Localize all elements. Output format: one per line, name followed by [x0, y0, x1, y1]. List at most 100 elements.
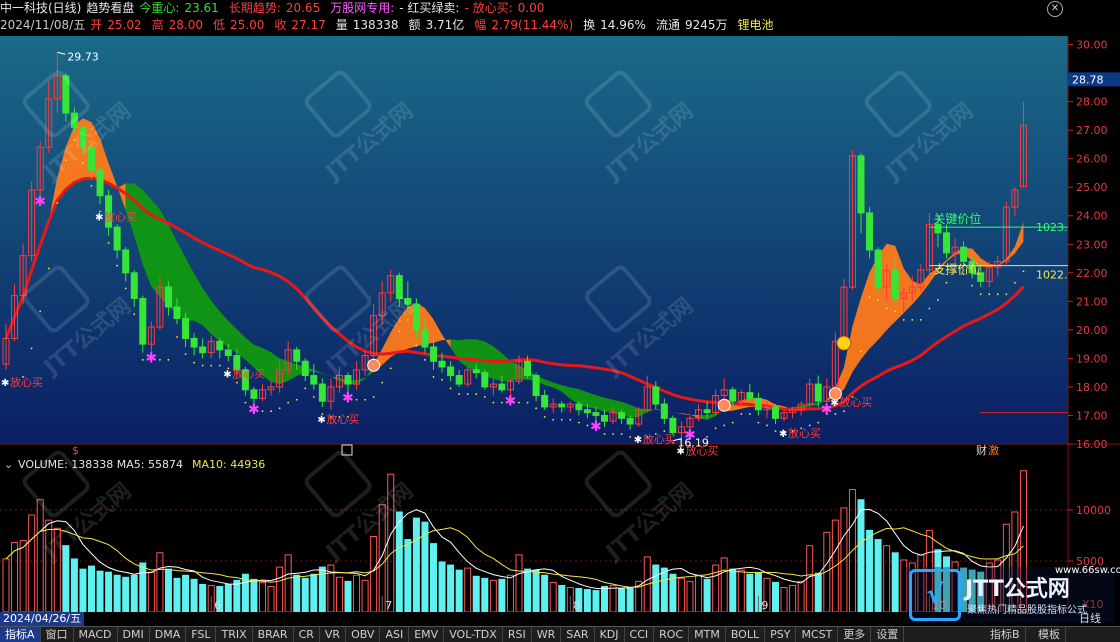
volume-bar-down — [618, 588, 626, 612]
indicator-tabbar: 指标A 窗口 MACD DMI DMA FSL TRIX BRAR CR VR OBV ASI EMV V… — [0, 626, 1120, 642]
close-icon[interactable]: ✕ — [1047, 1, 1063, 17]
support-dot — [894, 310, 897, 313]
month-tick-label: 6 — [214, 599, 221, 612]
tab-5[interactable]: FSL — [186, 627, 217, 642]
tab-12[interactable]: EMV — [409, 627, 445, 642]
tab-15[interactable]: WR — [532, 627, 562, 642]
support-dot — [312, 396, 315, 398]
candle-down — [703, 409, 711, 414]
ball-signal-icon — [367, 358, 381, 372]
stock-chart[interactable]: ✱✱✱✱ ✱✱✱✱✱ 放心买✱ 放心买✱ 放心买✱ 放心买✱ 放心买✱ 放心买✱ 放心买✱ 放心买… — [0, 36, 1120, 612]
volume-bar-down — [164, 568, 172, 612]
period-label[interactable]: 日线 — [1079, 612, 1101, 626]
tab-22[interactable]: PSY — [765, 627, 797, 642]
tab-17[interactable]: KDJ — [595, 627, 625, 642]
support-dot — [30, 347, 33, 350]
volume-bar-down — [729, 568, 737, 612]
candle-down — [250, 389, 258, 399]
support-dot — [1022, 270, 1025, 273]
month-tick-label: 7 — [385, 599, 392, 612]
tab-13[interactable]: VOL-TDX — [444, 627, 503, 642]
support-dot — [731, 421, 734, 424]
tab-21[interactable]: BOLL — [726, 627, 766, 642]
tab-4[interactable]: DMA — [150, 627, 187, 642]
tab-24[interactable]: 更多 — [838, 627, 872, 642]
relax-buy-label: 放心买 — [839, 395, 872, 409]
tab-9[interactable]: VR — [320, 627, 347, 642]
tab-right-1[interactable]: 模板 — [1033, 627, 1066, 642]
volume-bar-down — [772, 581, 779, 612]
tab-3[interactable]: DMI — [118, 627, 150, 642]
support-dot — [979, 293, 982, 296]
close-value: 收 27.17 — [274, 18, 326, 32]
relax-signal-icon: ✱ — [317, 415, 325, 426]
support-dot — [406, 318, 409, 321]
price-tick-label: 23.00 — [1076, 238, 1108, 251]
support-dot — [603, 433, 606, 435]
volume-bar-down — [113, 574, 121, 612]
indicator-name[interactable]: 趋势看盘 — [86, 1, 134, 15]
support-dot — [911, 318, 914, 321]
support-dot — [141, 358, 144, 361]
support-dot — [261, 410, 264, 413]
candle-down — [943, 232, 950, 254]
ball-signal-icon — [828, 387, 842, 401]
open-value: 开 25.02 — [90, 18, 142, 32]
event-marker: 激 — [988, 443, 999, 457]
indicator-header: 中一科技(日线) 趋势看盘 今重心: 23.61 长期趋势: 20.65 万股网专用: - 红… — [0, 0, 1068, 17]
price-tick-label: 26.00 — [1076, 153, 1108, 166]
support-dot — [860, 350, 862, 353]
tab-16[interactable]: SAR — [561, 627, 595, 642]
support-dot — [714, 427, 717, 430]
price-tick-label: 25.00 — [1076, 181, 1108, 194]
tab-18[interactable]: CCI — [625, 627, 655, 642]
stock-title[interactable]: 中一科技(日线) — [0, 1, 81, 15]
tab-1[interactable]: 窗口 — [41, 627, 74, 642]
price-tick-label: 17.00 — [1076, 409, 1108, 422]
tab-0[interactable]: 指标A — [0, 627, 41, 642]
support-dot — [218, 364, 221, 367]
buy-signal-icon: ✱ — [342, 391, 354, 407]
candle-down — [874, 249, 882, 288]
support-dot — [526, 401, 529, 404]
support-dot — [586, 424, 589, 427]
sector-label[interactable]: 锂电池 — [738, 18, 774, 32]
candle-down — [421, 329, 429, 348]
relax-buy-label: 放心买 — [104, 209, 137, 223]
volume-bar-down — [344, 580, 352, 612]
relax-signal-icon: ✱ — [1, 378, 9, 389]
tab-19[interactable]: ROC — [654, 627, 690, 642]
tab-14[interactable]: RSI — [503, 627, 532, 642]
tab-7[interactable]: BRAR — [253, 627, 294, 642]
tab-25[interactable]: 设置 — [871, 627, 905, 642]
tab-2[interactable]: MACD — [74, 627, 118, 642]
tab-10[interactable]: OBV — [346, 627, 381, 642]
relax-buy-label: 放心买 — [788, 426, 821, 440]
support-dot — [124, 287, 127, 290]
candle-down — [524, 360, 532, 377]
relax-buy-label: 放心买 — [326, 412, 359, 426]
support-dot — [56, 202, 59, 204]
volume-bar-down — [746, 573, 754, 612]
change-value: 幅 2.79(11.44%) — [474, 18, 574, 32]
price-tick-label: 16.00 — [1076, 438, 1108, 451]
volume-header-icon[interactable]: ⌄ — [4, 458, 13, 471]
tab-6[interactable]: TRIX — [216, 627, 253, 642]
buy-signal-icon: ✱ — [590, 419, 602, 435]
candle-down — [310, 375, 318, 385]
candle-down — [857, 155, 865, 214]
volume-bar-down — [703, 578, 711, 612]
tab-20[interactable]: MTM — [689, 627, 726, 642]
support-dot — [868, 296, 871, 298]
volume-bar-down — [96, 570, 104, 612]
tab-right-0[interactable]: 指标B — [985, 627, 1026, 642]
volume-bar-down — [455, 569, 463, 612]
finance-marker: 财 — [976, 443, 987, 457]
tab-23[interactable]: MCST — [796, 627, 839, 642]
volume-bar-down — [182, 574, 190, 612]
tab-8[interactable]: CR — [294, 627, 320, 642]
candle-down — [199, 346, 207, 354]
support-dot — [577, 421, 580, 424]
support-dot — [295, 398, 298, 401]
tab-11[interactable]: ASI — [380, 627, 410, 642]
